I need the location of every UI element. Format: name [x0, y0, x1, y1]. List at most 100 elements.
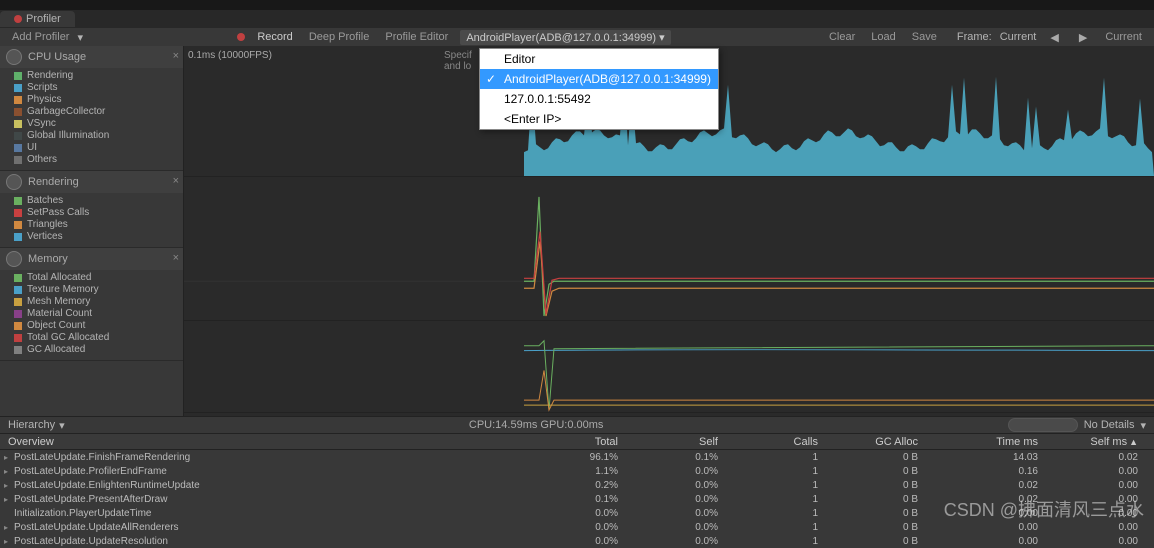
legend-item[interactable]: UI	[0, 142, 183, 154]
current-button[interactable]: Current	[1101, 31, 1146, 43]
deep-profile-button[interactable]: Deep Profile	[305, 31, 374, 43]
search-input[interactable]	[1008, 418, 1078, 432]
color-swatch	[14, 322, 22, 330]
expand-icon[interactable]: ▸	[4, 481, 12, 490]
legend-label: VSync	[27, 118, 56, 130]
load-button[interactable]: Load	[867, 31, 899, 43]
legend-item[interactable]: GC Allocated	[0, 344, 183, 356]
prev-frame-button[interactable]: ◀	[1044, 31, 1064, 44]
legend-item[interactable]: Batches	[0, 195, 183, 207]
col-self[interactable]: Self	[634, 436, 734, 448]
dropdown-item[interactable]: Editor	[480, 49, 718, 69]
table-row[interactable]: ▸PostLateUpdate.EnlightenRuntimeUpdate0.…	[0, 478, 1154, 492]
legend-item[interactable]: Total GC Allocated	[0, 332, 183, 344]
dropdown-item[interactable]: ✓AndroidPlayer(ADB@127.0.0.1:34999)	[480, 69, 718, 89]
col-overview[interactable]: Overview	[0, 436, 534, 448]
legend-item[interactable]: Physics	[0, 94, 183, 106]
cell: 0.2%	[534, 480, 634, 491]
expand-icon[interactable]: ▸	[4, 467, 12, 476]
legend-label: Scripts	[27, 82, 58, 94]
legend-item[interactable]: Material Count	[0, 308, 183, 320]
col-timems[interactable]: Time ms	[934, 436, 1054, 448]
cell: 0.02	[934, 494, 1054, 505]
color-swatch	[14, 346, 22, 354]
dropdown-item[interactable]: 127.0.0.1:55492	[480, 89, 718, 109]
dropdown-item[interactable]: <Enter IP>	[480, 109, 718, 129]
cell: 1	[734, 480, 834, 491]
hierarchy-dropdown[interactable]: Hierarchy▾	[8, 419, 65, 432]
cell: 1	[734, 508, 834, 519]
hierarchy-table: Overview Total Self Calls GC Alloc Time …	[0, 434, 1154, 548]
legend-label: Rendering	[27, 70, 73, 82]
col-gcalloc[interactable]: GC Alloc	[834, 436, 934, 448]
table-row[interactable]: ▸PostLateUpdate.ProfilerEndFrame1.1%0.0%…	[0, 464, 1154, 478]
expand-icon[interactable]: ▸	[4, 495, 12, 504]
color-swatch	[14, 221, 22, 229]
legend-item[interactable]: Total Allocated	[0, 272, 183, 284]
rendering-module[interactable]: Rendering × BatchesSetPass CallsTriangle…	[0, 171, 183, 248]
next-frame-button[interactable]: ▶	[1073, 31, 1093, 44]
legend-item[interactable]: VSync	[0, 118, 183, 130]
legend-item[interactable]: Vertices	[0, 231, 183, 243]
legend-item[interactable]: Texture Memory	[0, 284, 183, 296]
record-button[interactable]: Record	[253, 31, 296, 43]
col-calls[interactable]: Calls	[734, 436, 834, 448]
cell: 1	[734, 522, 834, 533]
expand-icon[interactable]: ▸	[4, 537, 12, 546]
memory-module[interactable]: Memory × Total AllocatedTexture MemoryMe…	[0, 248, 183, 361]
profile-editor-button[interactable]: Profile Editor	[381, 31, 452, 43]
add-profiler-dropdown[interactable]: Add Profiler	[8, 31, 73, 43]
connection-dropdown[interactable]: AndroidPlayer(ADB@127.0.0.1:34999) ▾	[460, 30, 670, 45]
legend-label: Physics	[27, 94, 61, 106]
legend-label: Others	[27, 154, 57, 166]
legend-item[interactable]: Object Count	[0, 320, 183, 332]
col-total[interactable]: Total	[534, 436, 634, 448]
legend-item[interactable]: Rendering	[0, 70, 183, 82]
legend-item[interactable]: GarbageCollector	[0, 106, 183, 118]
color-swatch	[14, 286, 22, 294]
memory-chart[interactable]	[184, 321, 1154, 413]
memory-close-icon[interactable]: ×	[173, 252, 179, 264]
legend-item[interactable]: Others	[0, 154, 183, 166]
cell: 1	[734, 494, 834, 505]
cell: 1.1%	[534, 466, 634, 477]
profiler-tab[interactable]: Profiler	[0, 11, 75, 27]
record-icon	[237, 33, 245, 41]
rendering-close-icon[interactable]: ×	[173, 175, 179, 187]
save-button[interactable]: Save	[908, 31, 941, 43]
table-row[interactable]: Initialization.PlayerUpdateTime0.0%0.0%1…	[0, 506, 1154, 520]
cpu-axis-label: 0.1ms (10000FPS)	[188, 50, 272, 61]
connection-dropdown-menu: Editor✓AndroidPlayer(ADB@127.0.0.1:34999…	[479, 48, 719, 130]
expand-icon[interactable]: ▸	[4, 523, 12, 532]
color-swatch	[14, 132, 22, 140]
legend-label: Vertices	[27, 231, 63, 243]
rendering-chart[interactable]	[184, 177, 1154, 321]
cell: 0.0%	[634, 508, 734, 519]
cell: 0.00	[934, 522, 1054, 533]
legend-item[interactable]: Scripts	[0, 82, 183, 94]
color-swatch	[14, 144, 22, 152]
cell: 0 B	[834, 480, 934, 491]
cell: 0.0%	[634, 480, 734, 491]
legend-item[interactable]: Global Illumination	[0, 130, 183, 142]
cpu-module[interactable]: CPU Usage × RenderingScriptsPhysicsGarba…	[0, 46, 183, 171]
legend-label: Global Illumination	[27, 130, 109, 142]
table-row[interactable]: ▸PostLateUpdate.PresentAfterDraw0.1%0.0%…	[0, 492, 1154, 506]
col-selfms[interactable]: Self ms▲	[1054, 436, 1154, 448]
table-row[interactable]: ▸PostLateUpdate.FinishFrameRendering96.1…	[0, 450, 1154, 464]
legend-item[interactable]: Mesh Memory	[0, 296, 183, 308]
clear-button[interactable]: Clear	[825, 31, 859, 43]
color-swatch	[14, 233, 22, 241]
cell: 0.1%	[534, 494, 634, 505]
cell: 0.00	[1054, 536, 1154, 547]
legend-item[interactable]: SetPass Calls	[0, 207, 183, 219]
cpu-close-icon[interactable]: ×	[173, 50, 179, 62]
cell: 0 B	[834, 466, 934, 477]
table-row[interactable]: ▸PostLateUpdate.UpdateResolution0.0%0.0%…	[0, 534, 1154, 548]
expand-icon[interactable]: ▸	[4, 453, 12, 462]
cell: 0.00	[934, 508, 1054, 519]
color-swatch	[14, 334, 22, 342]
table-header[interactable]: Overview Total Self Calls GC Alloc Time …	[0, 434, 1154, 450]
memory-icon	[6, 251, 22, 267]
legend-item[interactable]: Triangles	[0, 219, 183, 231]
